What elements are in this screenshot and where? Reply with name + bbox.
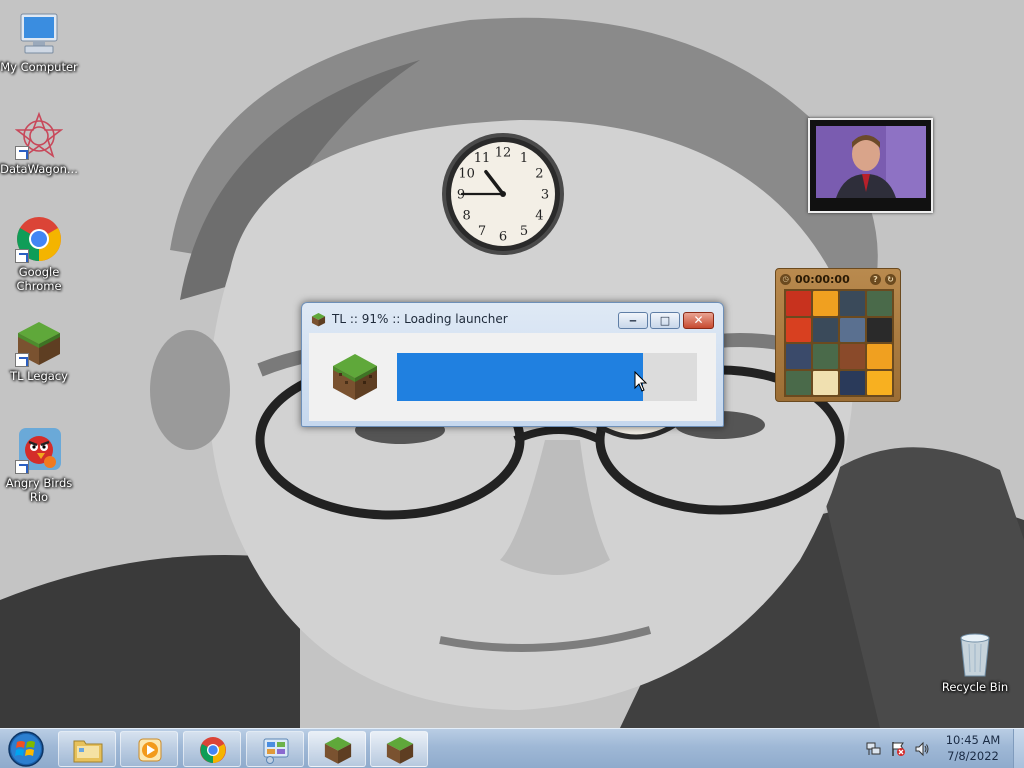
puzzle-tile[interactable] — [840, 291, 865, 316]
picture-puzzle-gadget[interactable]: ◷ 00:00:00 ? ↻ — [775, 268, 901, 402]
window-client-area — [309, 333, 716, 421]
recycle-bin-icon — [951, 630, 999, 678]
network-icon[interactable] — [866, 741, 882, 757]
desktop-icon-my-computer[interactable]: My Computer — [0, 10, 79, 74]
clock-numeral: 11 — [474, 151, 491, 166]
desktop-icon-datawagon[interactable]: DataWagon... — [0, 111, 79, 176]
clock-numeral: 3 — [541, 188, 549, 203]
grass-block-icon — [324, 736, 352, 764]
clock-numeral: 4 — [535, 209, 543, 224]
stopwatch-icon: ◷ — [780, 273, 791, 285]
volume-icon[interactable] — [914, 741, 930, 757]
desktop-icon-label: DataWagon... — [0, 162, 78, 176]
shortcut-arrow-icon — [15, 146, 29, 160]
puzzle-tile[interactable] — [813, 291, 838, 316]
shortcut-arrow-icon — [15, 249, 29, 263]
close-button[interactable]: ✕ — [683, 312, 714, 329]
taskbar-button-media-player[interactable] — [120, 731, 178, 767]
maximize-button[interactable]: □ — [650, 312, 680, 329]
datawagon-icon — [14, 111, 64, 160]
desktop-icon-recycle-bin[interactable]: Recycle Bin — [935, 630, 1015, 694]
puzzle-grid — [784, 289, 894, 397]
clock-numeral: 10 — [458, 167, 475, 182]
clock-numeral: 5 — [520, 224, 528, 239]
clock-numeral: 8 — [462, 209, 470, 224]
taskbar: 10:45 AM 7/8/2022 — [0, 728, 1024, 768]
desktop-icon-label: My Computer — [0, 60, 78, 74]
desktop-icon-label: Angry Birds Rio — [5, 476, 73, 504]
analog-clock-icon: 1234567891011 12 — [442, 133, 564, 255]
chrome-icon — [200, 737, 226, 763]
loading-progress-bar — [397, 353, 697, 401]
desktop-icon-google-chrome[interactable]: Google Chrome — [0, 215, 79, 293]
clock-numeral: 6 — [499, 230, 507, 245]
puzzle-tile[interactable] — [786, 344, 811, 369]
grass-block-icon — [386, 736, 414, 764]
clock-gadget[interactable]: 1 2 3 4 5 6 7 8 9 10 11 12 — [440, 131, 566, 257]
taskbar-button-tl-legacy-2[interactable] — [370, 731, 428, 767]
puzzle-tile[interactable] — [813, 344, 838, 369]
clock-numeral: 12 — [495, 146, 512, 161]
help-button[interactable]: ? — [870, 273, 881, 285]
clock-numeral: 1 — [520, 151, 528, 166]
clock-numeral: 2 — [535, 167, 543, 182]
desktop-icon-label: Google Chrome — [16, 265, 62, 293]
folder-icon — [73, 740, 103, 763]
video-thumbnail — [816, 126, 926, 198]
minimize-button[interactable]: ‒ — [618, 312, 648, 329]
action-center-flag-icon[interactable] — [890, 741, 906, 757]
puzzle-tile[interactable] — [867, 317, 892, 342]
puzzle-tile[interactable] — [840, 317, 865, 342]
start-button[interactable] — [4, 730, 48, 768]
puzzle-timer: 00:00:00 — [795, 272, 850, 286]
desktop-icon-label: TL Legacy — [10, 369, 68, 383]
clock-numeral: 7 — [478, 224, 486, 239]
mouse-cursor-icon — [634, 371, 648, 392]
taskbar-time: 10:45 AM — [945, 733, 1001, 747]
minimize-icon: ‒ — [629, 314, 637, 327]
taskbar-date: 7/8/2022 — [947, 749, 999, 763]
loader-window[interactable]: TL :: 91% :: Loading launcher ‒ □ ✕ — [301, 302, 724, 427]
puzzle-tile[interactable] — [867, 344, 892, 369]
desktop-icon-tl-legacy[interactable]: TL Legacy — [0, 319, 79, 383]
puzzle-tile[interactable] — [813, 370, 838, 395]
grass-block-icon — [15, 319, 63, 367]
taskbar-button-tl-legacy-1[interactable] — [308, 731, 366, 767]
window-titlebar[interactable]: TL :: 91% :: Loading launcher ‒ □ ✕ — [302, 303, 723, 333]
video-gadget[interactable] — [808, 118, 933, 213]
shuffle-button[interactable]: ↻ — [885, 273, 896, 285]
desktop-icon-label: Recycle Bin — [941, 680, 1009, 694]
puzzle-tile[interactable] — [840, 370, 865, 395]
taskbar-button-chrome[interactable] — [183, 731, 241, 767]
taskbar-button-control-panel[interactable] — [246, 731, 304, 767]
grass-block-icon — [311, 312, 326, 327]
puzzle-tile[interactable] — [786, 370, 811, 395]
puzzle-tile[interactable] — [867, 291, 892, 316]
puzzle-tile[interactable] — [813, 317, 838, 342]
puzzle-tile[interactable] — [840, 344, 865, 369]
chrome-icon — [15, 215, 63, 263]
puzzle-toolbar: ◷ 00:00:00 ? ↻ — [776, 269, 900, 289]
shortcut-arrow-icon — [15, 460, 29, 474]
desktop-icon-angry-birds-rio[interactable]: Angry Birds Rio — [0, 426, 79, 504]
show-desktop-button[interactable] — [1013, 729, 1024, 768]
taskbar-clock[interactable]: 10:45 AM 7/8/2022 — [935, 732, 1011, 764]
progress-fill — [397, 353, 643, 401]
puzzle-tile[interactable] — [786, 317, 811, 342]
grass-block-icon — [333, 354, 377, 400]
taskbar-button-file-explorer[interactable] — [58, 731, 116, 767]
angry-birds-icon — [15, 426, 63, 474]
computer-icon — [15, 10, 63, 58]
shortcut-arrow-icon — [15, 353, 29, 367]
maximize-icon: □ — [659, 314, 671, 327]
window-title: TL :: 91% :: Loading launcher — [332, 312, 508, 326]
media-player-icon — [138, 738, 162, 762]
puzzle-tile[interactable] — [786, 291, 811, 316]
windows-orb-icon — [8, 731, 44, 767]
close-icon: ✕ — [693, 313, 704, 327]
puzzle-tile[interactable] — [867, 370, 892, 395]
control-panel-icon — [263, 738, 289, 764]
